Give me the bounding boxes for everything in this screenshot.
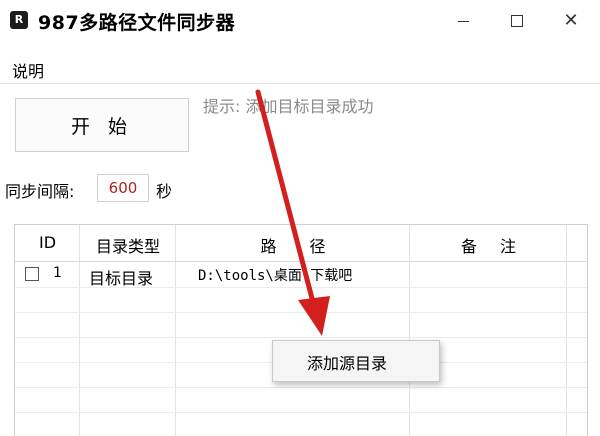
title-bar: R 987多路径文件同步器 ✕ — [0, 0, 600, 42]
row-id: 1 — [53, 265, 62, 281]
row-divider — [15, 337, 587, 338]
row-divider — [15, 412, 587, 413]
interval-label: 同步间隔: — [5, 182, 75, 201]
menu-bar: 说明 — [0, 53, 600, 84]
row-divider — [15, 312, 587, 313]
maximize-icon — [511, 15, 523, 27]
row-path: D:\tools\桌面\下载吧 — [198, 268, 353, 284]
context-menu: 添加源目录 — [272, 340, 440, 382]
app-icon: R — [10, 11, 28, 29]
interval-input[interactable] — [97, 174, 149, 202]
close-button[interactable]: ✕ — [548, 0, 594, 42]
window-title: 987多路径文件同步器 — [38, 12, 236, 34]
menu-item-add-source-dir[interactable]: 添加源目录 — [307, 350, 387, 374]
menu-item-help[interactable]: 说明 — [12, 58, 44, 82]
minimize-button[interactable] — [440, 0, 486, 42]
header-id[interactable]: ID — [15, 233, 80, 252]
row-type: 目标目录 — [89, 269, 154, 288]
close-icon: ✕ — [563, 10, 579, 31]
header-path[interactable]: 路 径 — [176, 233, 410, 257]
interval-unit: 秒 — [156, 182, 173, 201]
minimize-icon — [457, 20, 469, 22]
start-button[interactable]: 开 始 — [15, 98, 189, 152]
header-type[interactable]: 目录类型 — [80, 233, 176, 257]
row-divider — [15, 387, 587, 388]
table-header: ID 目录类型 路 径 备 注 — [15, 225, 587, 262]
status-hint: 提示: 添加目标目录成功 — [203, 97, 374, 116]
directory-table: ID 目录类型 路 径 备 注 1 目标目录 D:\tools\桌面\下载吧 — [14, 224, 588, 436]
maximize-button[interactable] — [494, 0, 540, 42]
row-checkbox[interactable] — [25, 267, 39, 281]
header-note[interactable]: 备 注 — [410, 233, 567, 257]
